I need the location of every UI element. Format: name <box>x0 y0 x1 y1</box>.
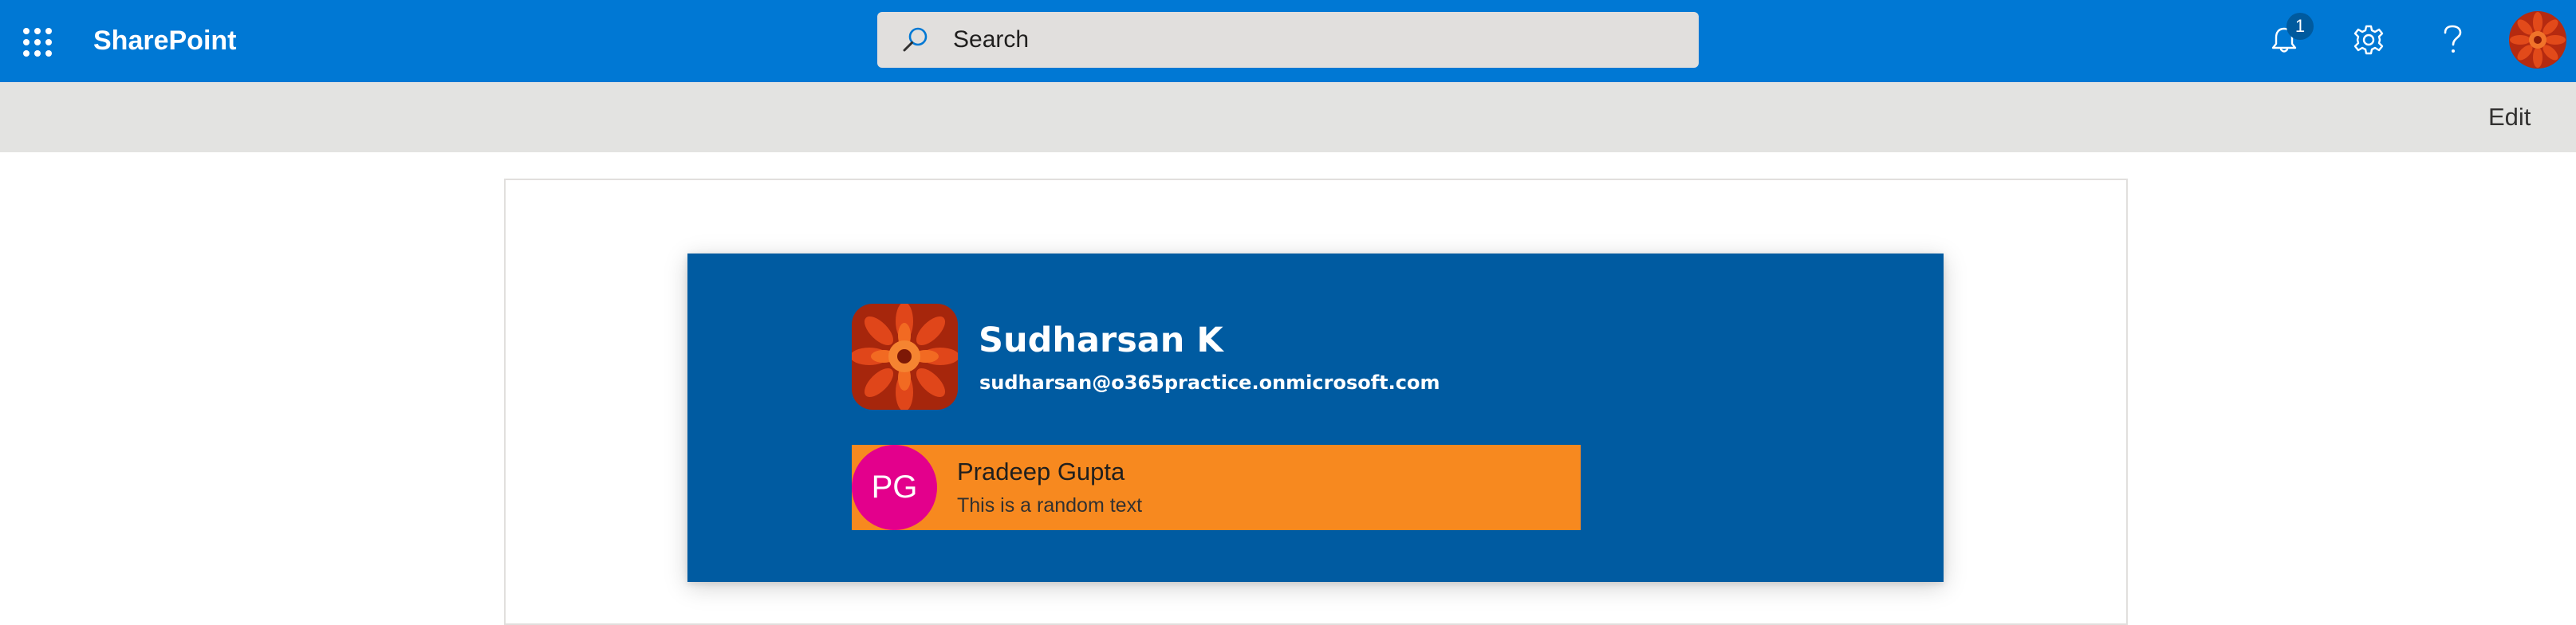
persona-initials: PG <box>852 445 937 530</box>
profile-photo <box>852 304 958 410</box>
edit-button[interactable]: Edit <box>2488 96 2531 138</box>
profile-email: sudharsan@o365practice.onmicrosoft.com <box>979 371 1440 394</box>
search-icon <box>903 27 928 52</box>
flower-image <box>852 304 958 410</box>
search-input[interactable]: Search <box>953 12 1029 68</box>
help-button[interactable] <box>2430 18 2475 62</box>
persona-name: Pradeep Gupta <box>957 458 1125 485</box>
profile-card: Sudharsan K sudharsan@o365practice.onmic… <box>687 254 1944 582</box>
profile-name: Sudharsan K <box>979 320 1223 360</box>
command-bar: Edit <box>0 82 2576 152</box>
notification-badge: 1 <box>2286 13 2314 40</box>
app-launcher-icon[interactable] <box>18 22 54 59</box>
persona-secondary-text: This is a random text <box>957 494 1143 517</box>
search-box[interactable]: Search <box>877 12 1699 68</box>
flower-image <box>2509 11 2566 69</box>
app-name-link[interactable]: SharePoint <box>93 21 236 61</box>
suite-bar: SharePoint Search 1 <box>0 0 2576 82</box>
avatar[interactable] <box>2509 11 2566 69</box>
gear-icon <box>2353 25 2384 55</box>
persona-card[interactable]: PG Pradeep Gupta This is a random text <box>852 445 1581 530</box>
settings-button[interactable] <box>2346 18 2391 62</box>
help-icon <box>2444 25 2462 53</box>
